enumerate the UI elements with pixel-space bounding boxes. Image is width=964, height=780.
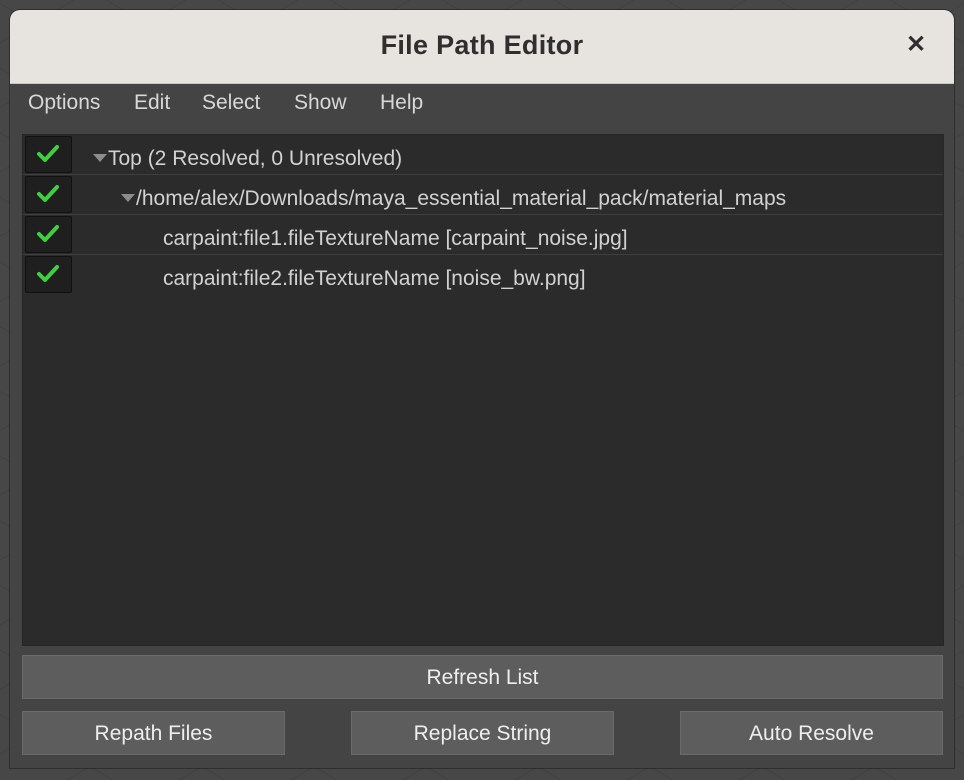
file-path-editor-window: File Path Editor ✕ Options Edit Select S…	[10, 10, 954, 768]
checkmark-icon	[37, 185, 59, 202]
menu-edit[interactable]: Edit	[134, 91, 170, 115]
tree-row-file[interactable]: carpaint:file2.fileTextureName [noise_bw…	[23, 255, 943, 294]
window-title: File Path Editor	[380, 30, 584, 60]
tree-row-label: /home/alex/Downloads/maya_essential_mate…	[136, 187, 787, 210]
refresh-list-button[interactable]: Refresh List	[22, 655, 943, 699]
tree-row-top[interactable]: Top (2 Resolved, 0 Unresolved)	[23, 135, 943, 175]
title-bar: File Path Editor ✕	[10, 10, 954, 84]
menu-bar: Options Edit Select Show Help	[10, 84, 954, 122]
resolved-checkbox[interactable]	[25, 176, 72, 213]
replace-string-button[interactable]: Replace String	[351, 711, 614, 755]
menu-help[interactable]: Help	[380, 91, 423, 115]
checkmark-icon	[37, 265, 59, 282]
expand-arrow-icon[interactable]	[93, 154, 107, 162]
checkmark-icon	[37, 145, 59, 162]
close-icon: ✕	[905, 31, 927, 58]
expand-arrow-icon[interactable]	[121, 194, 135, 202]
tree-row-label: carpaint:file1.fileTextureName [carpaint…	[163, 227, 628, 250]
tree-row-file[interactable]: carpaint:file1.fileTextureName [carpaint…	[23, 215, 943, 255]
menu-select[interactable]: Select	[202, 91, 260, 115]
close-button[interactable]: ✕	[902, 30, 930, 60]
menu-show[interactable]: Show	[294, 91, 347, 115]
tree-row-directory[interactable]: /home/alex/Downloads/maya_essential_mate…	[23, 175, 943, 215]
menu-options[interactable]: Options	[28, 91, 100, 115]
tree-row-label: carpaint:file2.fileTextureName [noise_bw…	[163, 267, 586, 290]
resolved-checkbox[interactable]	[25, 136, 72, 173]
repath-files-button[interactable]: Repath Files	[22, 711, 285, 755]
checkmark-icon	[37, 225, 59, 242]
file-path-tree[interactable]: Top (2 Resolved, 0 Unresolved) /home/ale…	[22, 134, 944, 646]
resolved-checkbox[interactable]	[25, 256, 72, 293]
resolved-checkbox[interactable]	[25, 216, 72, 253]
tree-row-label: Top (2 Resolved, 0 Unresolved)	[108, 147, 403, 170]
auto-resolve-button[interactable]: Auto Resolve	[680, 711, 943, 755]
